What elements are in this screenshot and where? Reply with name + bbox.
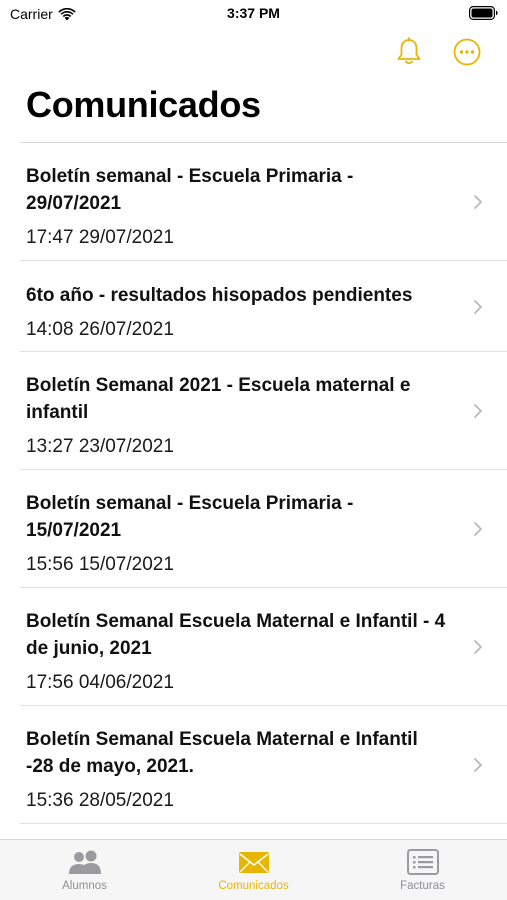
chevron-right-icon [474,195,482,209]
tab-label: Alumnos [62,880,107,892]
list-item[interactable]: Boletín semanal - Escuela Primaria - 29/… [0,143,507,261]
tab-bar: Alumnos Comunicados Facturas [0,839,507,900]
page-title: Comunicados [26,84,261,125]
chevron-right-icon [474,758,482,772]
tab-facturas[interactable]: Facturas [338,840,507,900]
item-title: Boletín semanal - Escuela Primaria - 15/… [26,493,354,541]
item-date: 13:27 23/07/2021 [26,436,174,457]
tab-label: Comunicados [218,880,289,892]
status-bar: Carrier 3:37 PM [0,0,507,28]
item-date: 17:47 29/07/2021 [26,227,174,248]
item-date: 17:56 04/06/2021 [26,672,174,693]
chevron-right-icon [474,522,482,536]
communications-list: Boletín semanal - Escuela Primaria - 29/… [0,143,507,824]
list-item[interactable]: 6to año - resultados hisopados pendiente… [0,261,507,352]
chevron-right-icon [474,404,482,418]
bell-icon[interactable] [393,36,425,68]
item-title: Boletín semanal - Escuela Primaria - 29/… [26,166,354,214]
item-title: Boletín Semanal Escuela Maternal e Infan… [26,611,446,659]
nav-actions [393,36,483,68]
tab-comunicados[interactable]: Comunicados [169,840,338,900]
invoice-icon [406,849,439,875]
item-date: 14:08 26/07/2021 [26,319,174,340]
item-title: 6to año - resultados hisopados pendiente… [26,285,413,306]
more-icon[interactable] [451,36,483,68]
list-item[interactable]: Boletín Semanal Escuela Maternal e Infan… [0,588,507,706]
tab-label: Facturas [400,880,445,892]
list-item[interactable]: Boletín semanal - Escuela Primaria - 15/… [0,470,507,588]
chevron-right-icon [474,299,482,314]
item-date: 15:36 28/05/2021 [26,790,174,811]
list-item[interactable]: Boletín Semanal 2021 - Escuela maternal … [0,352,507,470]
battery-icon [469,6,498,20]
status-time: 3:37 PM [227,5,280,21]
people-icon [68,850,101,874]
tab-alumnos[interactable]: Alumnos [0,840,169,900]
chevron-right-icon [474,640,482,654]
item-title: Boletín Semanal 2021 - Escuela maternal … [26,375,411,423]
list-item[interactable]: Boletín Semanal Escuela Maternal e Infan… [0,706,507,824]
envelope-icon [238,852,269,873]
item-date: 15:56 15/07/2021 [26,554,174,575]
item-title: Boletín Semanal Escuela Maternal e Infan… [26,729,418,777]
